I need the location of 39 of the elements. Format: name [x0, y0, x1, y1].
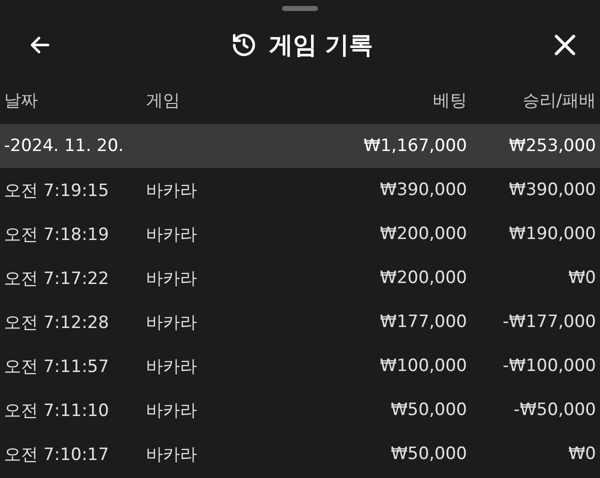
- total-result: ₩253,000: [508, 136, 596, 156]
- table-cell-text: 오전 7:11:57: [4, 356, 110, 378]
- table-cell-text: 바카라: [146, 312, 198, 334]
- table-cell-text: 바카라: [146, 180, 198, 202]
- table-cell-text: ₩50,000: [390, 444, 467, 464]
- table-cell-text: -₩177,000: [502, 312, 596, 332]
- column-header: 날짜: [4, 90, 39, 112]
- table-cell-text: 오전 7:19:15: [4, 180, 110, 202]
- close-icon: [552, 32, 578, 58]
- drag-handle[interactable]: [282, 6, 318, 11]
- table-cell-text: ₩177,000: [378, 312, 467, 332]
- date-group-label[interactable]: -2024. 11. 20.: [4, 136, 146, 156]
- table-cell-text: ₩0: [567, 268, 596, 288]
- table-cell-text: ₩390,000: [378, 180, 467, 200]
- table-cell-text: ₩50,000: [390, 400, 467, 420]
- table-cell-text: 바카라: [146, 268, 198, 290]
- table-cell-text: -₩50,000: [512, 400, 596, 420]
- column-header: 베팅: [432, 90, 467, 112]
- column-header: 게임: [146, 90, 181, 112]
- table-cell-text: ₩200,000: [378, 268, 467, 288]
- table-cell-text: ₩0: [567, 444, 596, 464]
- table-cell-text: 바카라: [146, 400, 198, 422]
- table-cell-text: 바카라: [146, 356, 198, 378]
- table-cell-text: 오전 7:18:19: [4, 224, 110, 246]
- history-icon: [230, 32, 257, 58]
- table-cell-text: ₩390,000: [508, 180, 596, 200]
- table-cell-text: ₩190,000: [508, 224, 596, 244]
- table-cell-text: ₩100,000: [378, 356, 467, 376]
- total-bet: ₩1,167,000: [362, 136, 467, 156]
- table-cell-text: 오전 7:10:17: [4, 444, 110, 466]
- table-cell-text: -₩100,000: [502, 356, 596, 376]
- table-cell-text: ₩200,000: [378, 224, 467, 244]
- table-cell-text: 오전 7:11:10: [4, 400, 110, 422]
- table-cell-text: 오전 7:17:22: [4, 268, 110, 290]
- column-header: 승리/패배: [521, 90, 596, 112]
- table-cell-text: 오전 7:12:28: [4, 312, 110, 334]
- page-title: 게임 기록: [268, 30, 374, 61]
- table-cell-text: 바카라: [146, 444, 198, 466]
- table-cell-text: 바카라: [146, 224, 198, 246]
